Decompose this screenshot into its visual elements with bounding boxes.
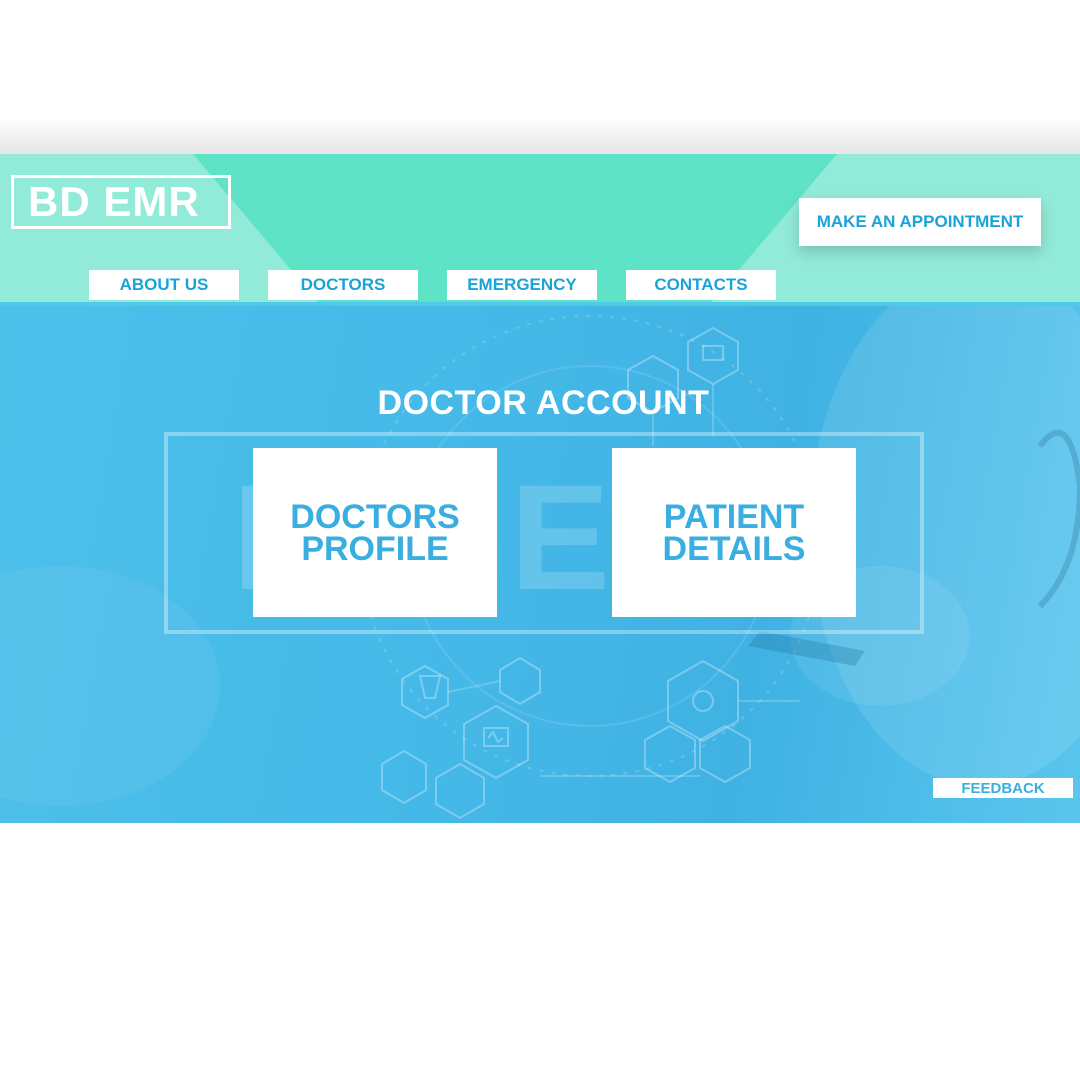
doctors-profile-card[interactable]: DOCTORS PROFILE <box>253 448 497 617</box>
brand-logo-text: BD EMR <box>28 178 200 225</box>
feedback-button[interactable]: FEEDBACK <box>933 778 1073 798</box>
nav-about-us[interactable]: ABOUT US <box>89 270 239 300</box>
patient-details-card[interactable]: PATIENT DETAILS <box>612 448 856 617</box>
nav-doctors[interactable]: DOCTORS <box>268 270 418 300</box>
nav-contacts[interactable]: CONTACTS <box>626 270 776 300</box>
nav-emergency[interactable]: EMERGENCY <box>447 270 597 300</box>
make-appointment-button[interactable]: MAKE AN APPOINTMENT <box>799 198 1041 246</box>
page-title: DOCTOR ACCOUNT <box>377 384 710 422</box>
top-shadow <box>0 118 1080 154</box>
doctors-profile-label: DOCTORS PROFILE <box>290 497 460 568</box>
brand-logo[interactable]: BD EMR <box>11 175 231 229</box>
page: BD EMR MAKE AN APPOINTMENT ABOUT US DOCT… <box>0 0 1080 1080</box>
patient-details-label: PATIENT DETAILS <box>662 497 806 568</box>
